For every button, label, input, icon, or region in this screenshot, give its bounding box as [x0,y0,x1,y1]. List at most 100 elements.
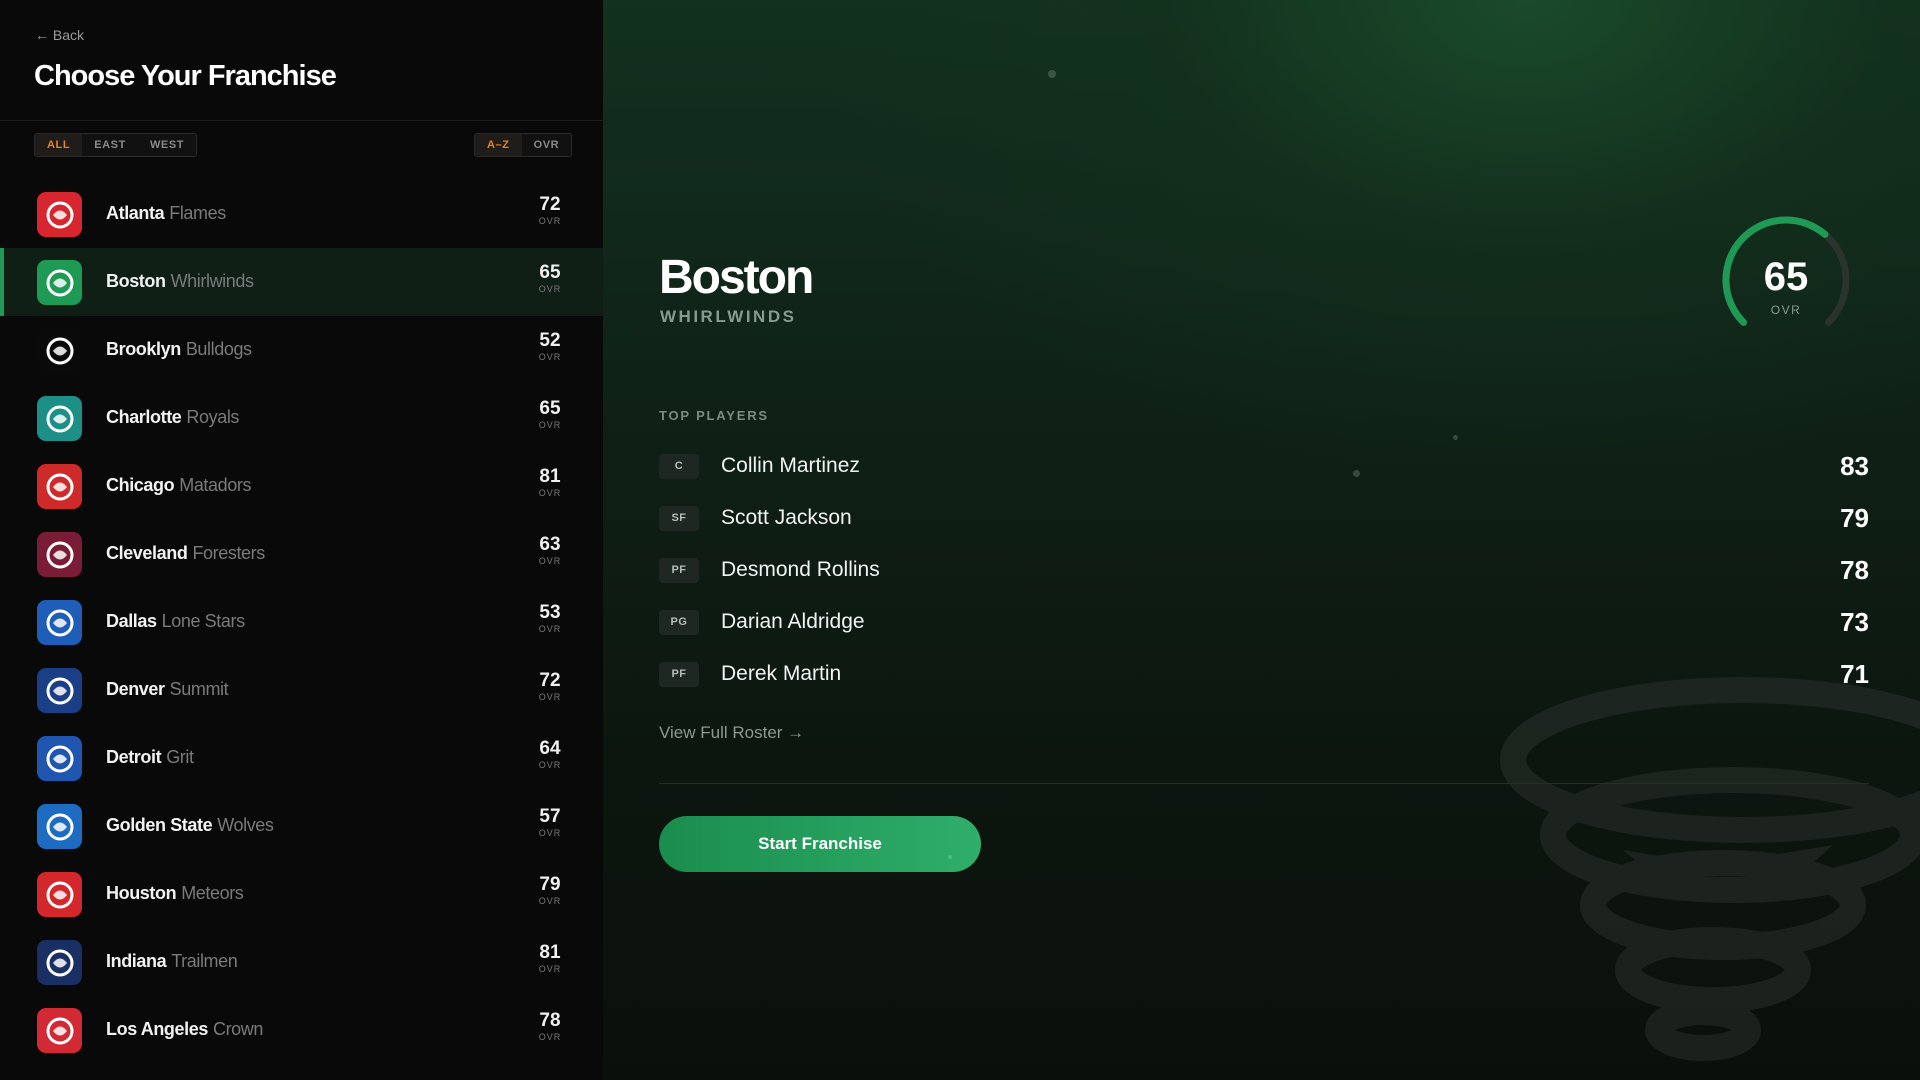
team-name: Los Angeles Crown [106,1019,263,1040]
bear-logo-icon [46,677,73,704]
team-ovr-label: OVR [538,420,562,430]
bull-logo-icon [46,473,73,500]
start-franchise-button[interactable]: Start Franchise [659,816,981,872]
bull-logo-icon [37,464,82,509]
player-ovr: 78 [1840,554,1869,585]
team-name: Denver Summit [106,679,229,700]
team-mascot: Trailmen [171,951,238,971]
team-mascot: Crown [212,1019,263,1039]
filter-all-tab[interactable]: ALL [35,134,83,156]
team-ovr: 65 OVR [530,262,570,294]
team-ovr-value: 52 [539,330,561,351]
team-ovr: 79 OVR [530,874,570,906]
team-ovr-label: OVR [538,624,562,634]
dust-speck [1048,70,1056,78]
player-ovr: 71 [1840,658,1869,689]
whirlwind-watermark-icon [1500,677,1920,1061]
royal-logo-icon [46,405,73,432]
team-ovr-label: OVR [538,896,562,906]
team-ovr-value: 78 [539,1010,561,1031]
player-row[interactable]: C Collin Martinez 83 [659,440,1869,492]
team-ovr-value: 81 [539,942,561,963]
team-name: Golden State Wolves [106,815,274,836]
trailman-logo-icon [37,940,82,985]
grit-logo-icon [46,745,73,772]
whirlwind-logo-icon [37,260,82,305]
team-ovr-label: OVR [538,352,562,362]
team-row-chicago[interactable]: Chicago Matadors 81 OVR [0,452,603,520]
team-ovr-label: OVR [538,556,562,566]
player-name: Collin Martinez [721,454,860,477]
team-sidebar: ← Back Choose Your Franchise ALL EAST WE… [0,0,603,1080]
team-ovr-value: 63 [539,534,561,555]
position-badge: PF [659,557,699,583]
team-ovr-value: 79 [539,874,561,895]
player-row[interactable]: PF Derek Martin 71 [659,648,1869,700]
bear-logo-icon [37,668,82,713]
team-name: Atlanta Flames [106,203,226,224]
team-ovr: 72 OVR [530,670,570,702]
forester-logo-icon [46,541,73,568]
whirlwind-logo-icon [46,269,73,296]
divider [0,120,603,121]
dust-speck [948,855,952,859]
team-ovr-label: OVR [538,964,562,974]
selected-team-city: Boston [659,251,814,304]
team-mascot: Grit [166,747,194,767]
divider [659,783,1869,784]
team-ovr-label: OVR [538,284,562,294]
player-name: Darian Aldridge [721,610,865,633]
team-ovr-label: OVR [538,216,562,226]
team-name: Houston Meteors [106,883,244,904]
team-city: Boston [106,271,166,291]
team-city: Brooklyn [106,339,181,359]
team-ovr-value: 57 [539,806,561,827]
team-ovr-label: OVR [538,488,562,498]
filter-east-tab[interactable]: EAST [82,134,138,156]
team-mascot: Matadors [179,475,252,495]
position-badge: PF [659,661,699,687]
team-ovr-value: 65 [539,262,561,283]
team-row-boston[interactable]: Boston Whirlwinds 65 OVR [0,248,603,316]
team-row-cleveland[interactable]: Cleveland Foresters 63 OVR [0,520,603,588]
grit-logo-icon [37,736,82,781]
team-row-los-angeles[interactable]: Los Angeles Crown 78 OVR [0,996,603,1064]
dust-speck [1353,470,1360,477]
player-row[interactable]: PG Darian Aldridge 73 [659,596,1869,648]
player-row[interactable]: SF Scott Jackson 79 [659,492,1869,544]
team-ovr-value: 72 [539,194,561,215]
bulldog-logo-icon [46,337,73,364]
team-row-houston[interactable]: Houston Meteors 79 OVR [0,860,603,928]
team-ovr: 81 OVR [530,942,570,974]
sort-alpha-tab[interactable]: A–Z [475,134,522,156]
filter-west-tab[interactable]: WEST [138,134,196,156]
team-row-indiana[interactable]: Indiana Trailmen 81 OVR [0,928,603,996]
view-roster-link[interactable]: View Full Roster → [659,723,804,743]
team-mascot: Flames [169,203,226,223]
team-ovr: 65 OVR [530,398,570,430]
sort-ovr-tab[interactable]: OVR [522,134,572,156]
team-ovr-value: 72 [539,670,561,691]
team-mascot: Bulldogs [185,339,252,359]
team-row-denver[interactable]: Denver Summit 72 OVR [0,656,603,724]
team-row-charlotte[interactable]: Charlotte Royals 65 OVR [0,384,603,452]
team-row-brooklyn[interactable]: Brooklyn Bulldogs 52 OVR [0,316,603,384]
team-name: Dallas Lone Stars [106,611,245,632]
team-name: Indiana Trailmen [106,951,238,972]
team-mascot: Foresters [192,543,265,563]
back-button[interactable]: ← Back [35,27,84,43]
trailman-logo-icon [46,949,73,976]
team-mascot: Meteors [181,883,244,903]
team-ovr-value: 65 [539,398,561,419]
team-name: Detroit Grit [106,747,194,768]
team-ovr-label: OVR [538,692,562,702]
team-city: Charlotte [106,407,182,427]
team-row-detroit[interactable]: Detroit Grit 64 OVR [0,724,603,792]
position-badge: SF [659,505,699,531]
team-row-atlanta[interactable]: Atlanta Flames 72 OVR [0,180,603,248]
position-badge: PG [659,609,699,635]
team-row-dallas[interactable]: Dallas Lone Stars 53 OVR [0,588,603,656]
team-name: Boston Whirlwinds [106,271,254,292]
team-row-golden-state[interactable]: Golden State Wolves 57 OVR [0,792,603,860]
player-row[interactable]: PF Desmond Rollins 78 [659,544,1869,596]
